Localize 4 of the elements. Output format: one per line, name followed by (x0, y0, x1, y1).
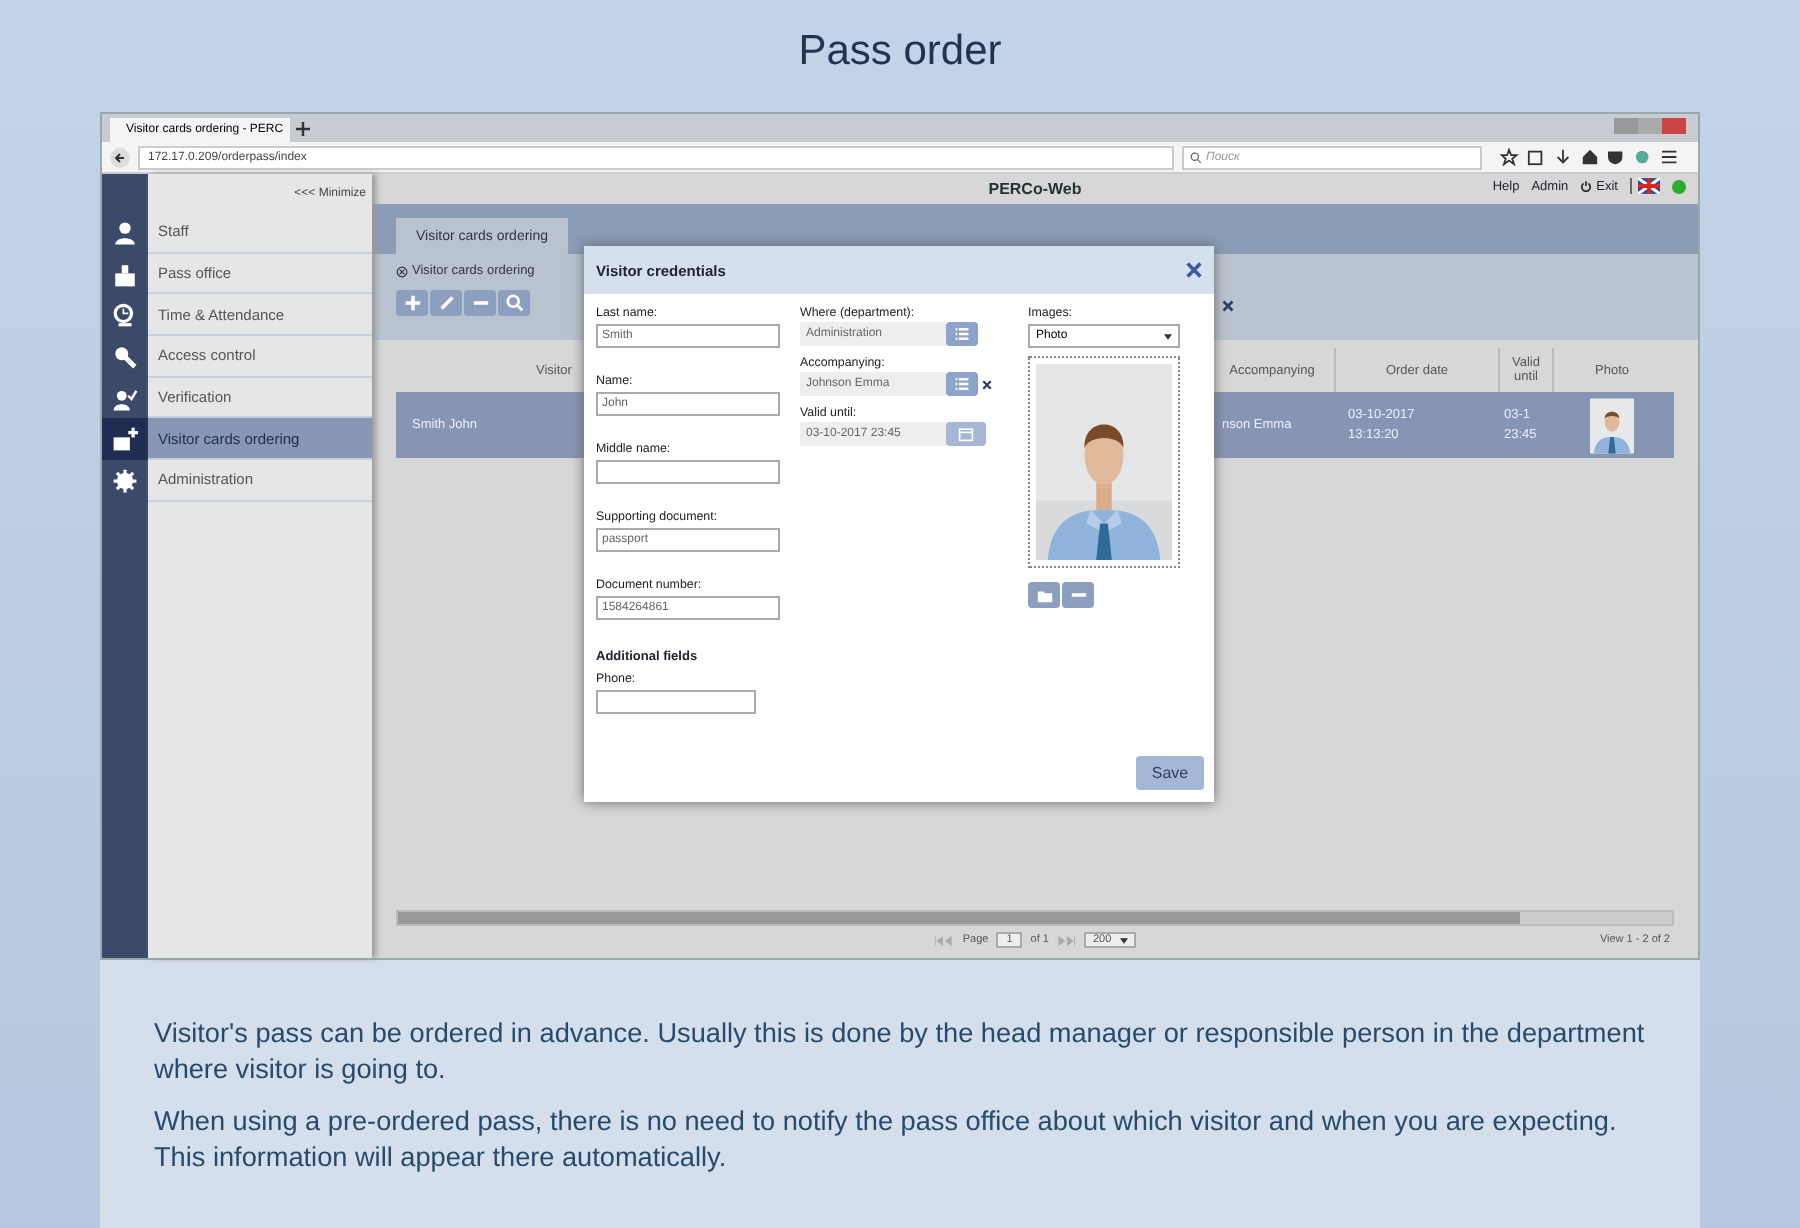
description-text: Visitor's pass can be ordered in advance. Usually this is done by the head manager or responsible person in the department where visitor is going to. (154, 1016, 1647, 1088)
description-text: When using a pre-ordered pass, there is no need to notify the pass office about which visitor and when you are expecting. This information will appear there automatically. (154, 1104, 1619, 1176)
app-brand: PERCo-Web (988, 180, 1082, 198)
page-title: Pass order (798, 28, 1002, 78)
